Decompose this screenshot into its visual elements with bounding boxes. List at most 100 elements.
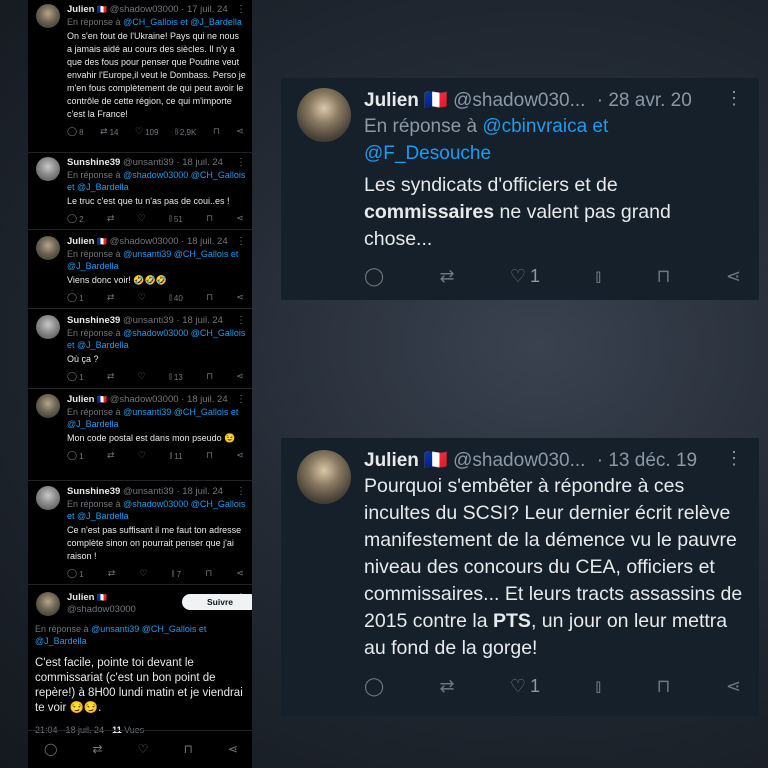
- bookmark-button[interactable]: ⊓: [206, 451, 213, 461]
- tweet-card-bottom[interactable]: Julien 🇫🇷 @shadow030... · 13 déc. 19 ⋮ P…: [281, 438, 759, 716]
- display-name[interactable]: Sunshine39: [67, 486, 120, 497]
- reply-button[interactable]: ◯ 1: [67, 451, 84, 461]
- reply-link[interactable]: @F_Desouche: [364, 143, 491, 164]
- handle[interactable]: @unsanti39: [123, 315, 174, 326]
- views-button[interactable]: ⫾ 2,9K: [175, 127, 196, 137]
- more-icon[interactable]: ⋮: [725, 448, 743, 469]
- share-icon[interactable]: ⋖: [228, 742, 238, 756]
- more-icon[interactable]: ⋮: [725, 88, 743, 109]
- retweet-button[interactable]: ⇄: [107, 372, 115, 382]
- retweet-button[interactable]: ⇄: [108, 569, 116, 579]
- retweet-icon[interactable]: ⇄: [439, 266, 454, 287]
- views-button[interactable]: ⫾ 51: [169, 214, 183, 224]
- tweet-date[interactable]: · 18 juil. 24: [176, 486, 222, 497]
- display-name[interactable]: Julien: [67, 394, 94, 405]
- avatar[interactable]: [36, 394, 60, 418]
- display-name[interactable]: Sunshine39: [67, 315, 120, 326]
- display-name[interactable]: Sunshine39: [67, 157, 120, 168]
- like-button[interactable]: ♡: [138, 214, 146, 224]
- retweet-icon[interactable]: ⇄: [93, 742, 103, 756]
- tweet-date[interactable]: · 28 avr. 20: [597, 90, 692, 111]
- avatar[interactable]: [36, 486, 60, 510]
- share-button[interactable]: ⋖: [236, 451, 244, 461]
- like-button[interactable]: ♡: [139, 569, 147, 579]
- like-button[interactable]: ♡ 1: [510, 676, 540, 697]
- display-name[interactable]: Julien: [67, 592, 94, 603]
- reply-button[interactable]: ◯ 1: [67, 569, 84, 579]
- bookmark-button[interactable]: ⊓: [206, 293, 213, 303]
- reply-icon[interactable]: ◯: [364, 266, 384, 287]
- display-name[interactable]: Julien: [67, 4, 94, 15]
- follow-button[interactable]: Suivre: [182, 594, 252, 610]
- retweet-button[interactable]: ⇄: [107, 214, 115, 224]
- more-icon[interactable]: ⋮: [236, 486, 246, 497]
- views-button[interactable]: ⫾ 40: [169, 293, 183, 303]
- handle[interactable]: @shadow030...: [453, 90, 585, 111]
- display-name[interactable]: Julien: [364, 450, 419, 471]
- tweet-date[interactable]: · 18 juil. 24: [176, 315, 222, 326]
- tweet-card-top[interactable]: Julien 🇫🇷 @shadow030... · 28 avr. 20 ⋮ E…: [281, 78, 759, 300]
- reply-button[interactable]: ◯ 2: [67, 214, 84, 224]
- bookmark-button[interactable]: ⊓: [206, 372, 213, 382]
- like-button[interactable]: ♡: [138, 372, 146, 382]
- views-button[interactable]: ⫾ 7: [172, 569, 181, 579]
- reply-button[interactable]: ◯ 8: [67, 127, 84, 137]
- like-button[interactable]: ♡: [138, 451, 146, 461]
- reply-link[interactable]: @CH_Gallois et @J_Bardella: [123, 17, 242, 27]
- handle[interactable]: @shadow03000: [67, 604, 136, 616]
- bookmark-icon[interactable]: ⊓: [183, 742, 192, 756]
- reply-button[interactable]: ◯ 1: [67, 293, 84, 303]
- avatar[interactable]: [36, 315, 60, 339]
- avatar[interactable]: [36, 157, 60, 181]
- views-icon[interactable]: ⫾: [595, 266, 601, 287]
- handle[interactable]: @unsanti39: [123, 486, 174, 497]
- like-button[interactable]: ♡ 109: [135, 127, 158, 137]
- tweet-date[interactable]: · 18 juil. 24: [181, 236, 227, 247]
- tweet-date[interactable]: · 18 juil. 24: [176, 157, 222, 168]
- avatar[interactable]: [36, 592, 60, 616]
- more-icon[interactable]: ⋮: [236, 394, 246, 405]
- reply-icon[interactable]: ◯: [44, 742, 57, 756]
- handle[interactable]: @shadow030...: [453, 450, 585, 471]
- more-icon[interactable]: ⋮: [236, 315, 246, 326]
- more-icon[interactable]: ⋮: [236, 157, 246, 168]
- views-button[interactable]: ⫾ 11: [169, 451, 182, 461]
- retweet-button[interactable]: ⇄: [107, 451, 115, 461]
- display-name[interactable]: Julien: [67, 236, 94, 247]
- retweet-icon[interactable]: ⇄: [439, 676, 454, 697]
- like-button[interactable]: ♡ 1: [510, 266, 540, 287]
- heart-icon[interactable]: ♡: [138, 742, 149, 756]
- handle[interactable]: @unsanti39: [123, 157, 174, 168]
- bookmark-button[interactable]: ⊓: [205, 569, 212, 579]
- share-button[interactable]: ⋖: [236, 214, 244, 224]
- handle[interactable]: @shadow03000: [110, 394, 179, 405]
- share-icon[interactable]: ⋖: [726, 676, 741, 697]
- tweet-date[interactable]: · 17 juil. 24: [181, 4, 227, 15]
- views-button[interactable]: ⫾ 13: [169, 372, 183, 382]
- avatar[interactable]: [297, 450, 351, 504]
- bookmark-button[interactable]: ⊓: [213, 127, 220, 137]
- reply-button[interactable]: ◯ 1: [67, 372, 84, 382]
- bookmark-button[interactable]: ⊓: [206, 214, 213, 224]
- avatar[interactable]: [36, 236, 60, 260]
- share-icon[interactable]: ⋖: [726, 266, 741, 287]
- share-button[interactable]: ⋖: [236, 372, 244, 382]
- tweet-date[interactable]: · 13 déc. 19: [597, 450, 697, 471]
- views-icon[interactable]: ⫾: [595, 676, 601, 697]
- display-name[interactable]: Julien: [364, 90, 419, 111]
- more-icon[interactable]: ⋮: [236, 4, 246, 15]
- share-button[interactable]: ⋖: [236, 127, 244, 137]
- like-button[interactable]: ♡: [138, 293, 146, 303]
- avatar[interactable]: [297, 88, 351, 142]
- bookmark-icon[interactable]: ⊓: [656, 676, 670, 697]
- tweet-date[interactable]: · 18 juil. 24: [181, 394, 227, 405]
- handle[interactable]: @shadow03000: [110, 236, 179, 247]
- handle[interactable]: @shadow03000: [110, 4, 179, 15]
- reply-link[interactable]: @cbinvraica et: [482, 116, 608, 137]
- share-button[interactable]: ⋖: [236, 569, 244, 579]
- retweet-button[interactable]: ⇄ 14: [100, 127, 118, 137]
- retweet-button[interactable]: ⇄: [107, 293, 115, 303]
- share-button[interactable]: ⋖: [236, 293, 244, 303]
- avatar[interactable]: [36, 4, 60, 28]
- reply-icon[interactable]: ◯: [364, 676, 384, 697]
